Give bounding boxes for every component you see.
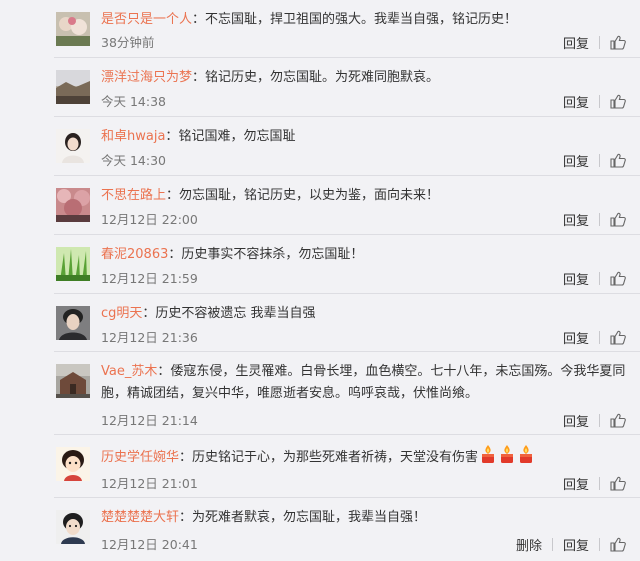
comment-text: 历史学任婉华：历史铭记于心，为那些死难者祈祷，天堂没有伤害 [101,444,626,472]
like-icon[interactable] [610,476,626,491]
user-nickname[interactable]: 漂洋过海只为梦 [101,70,192,85]
user-avatar[interactable] [56,306,90,340]
like-icon[interactable] [610,153,626,168]
reply-button[interactable]: 回复 [563,269,589,288]
divider [599,153,600,167]
reply-button[interactable]: 回复 [563,33,589,52]
comment-time: 12月12日 21:36 [101,330,198,345]
user-avatar[interactable] [56,129,90,163]
user-nickname[interactable]: Vae_苏木 [101,364,157,379]
candle-icon [498,444,516,472]
user-avatar[interactable] [56,70,90,104]
divider [551,537,553,551]
comment-actions: 回复 [563,473,626,493]
delete-button[interactable]: 删除 [516,535,542,554]
user-avatar[interactable] [56,447,90,481]
reply-button[interactable]: 回复 [563,328,589,347]
reply-button[interactable]: 回复 [563,210,589,229]
comment-actions: 回复 [563,32,626,52]
divider [599,35,600,49]
user-avatar[interactable] [56,247,90,281]
user-nickname[interactable]: 春泥20863 [101,247,168,262]
like-icon[interactable] [610,212,626,227]
comment-item: Vae_苏木：倭寇东侵，生灵罹难。白骨长埋，血色横空。七十八年，未忘国殇。今我华… [0,352,640,435]
comment-text: 漂洋过海只为梦：铭记历史，勿忘国耻。为死难同胞默哀。 [101,70,440,85]
divider [599,212,600,226]
divider [599,330,600,344]
comment-text: cg明天：历史不容被遗忘 我辈当自强 [101,306,316,321]
comment-list: 是否只是一个人：不忘国耻，捍卫祖国的强大。我辈当自强，铭记历史！ 38分钟前 回… [0,0,640,561]
comment-actions: 回复 [563,410,626,430]
like-icon[interactable] [610,413,626,428]
comment-time: 今天 14:30 [101,153,166,168]
user-nickname[interactable]: 不思在路上 [101,188,166,203]
like-icon[interactable] [610,35,626,50]
comment-actions: 回复 [563,150,626,170]
like-icon[interactable] [610,330,626,345]
comment-time: 12月12日 20:41 [101,537,198,552]
divider [599,476,600,490]
comment-time: 今天 14:38 [101,94,166,109]
reply-button[interactable]: 回复 [563,474,589,493]
divider [599,537,600,551]
user-nickname[interactable]: cg明天 [101,306,142,321]
comment-text: 是否只是一个人：不忘国耻，捍卫祖国的强大。我辈当自强，铭记历史！ [101,12,518,27]
comment-item: 漂洋过海只为梦：铭记历史，勿忘国耻。为死难同胞默哀。 今天 14:38 回复 [0,58,640,117]
comment-item: 是否只是一个人：不忘国耻，捍卫祖国的强大。我辈当自强，铭记历史！ 38分钟前 回… [0,0,640,58]
comment-time: 38分钟前 [101,35,155,50]
comment-actions: 回复 [563,209,626,229]
user-nickname[interactable]: 和卓hwaja [101,129,165,144]
comment-item: 楚楚楚楚大轩：为死难者默哀，勿忘国耻，我辈当自强！ 12月12日 20:41 删… [0,498,640,561]
user-nickname[interactable]: 历史学任婉华 [101,450,179,465]
user-nickname[interactable]: 是否只是一个人 [101,12,192,27]
user-avatar[interactable] [56,510,90,544]
candle-icon [517,444,535,472]
comment-text: 春泥20863：历史事实不容抹杀，勿忘国耻！ [101,247,364,262]
comment-time: 12月12日 21:01 [101,476,198,491]
user-avatar[interactable] [56,188,90,222]
comment-time: 12月12日 22:00 [101,212,198,227]
comment-text: 不思在路上：勿忘国耻，铭记历史，以史为鉴，面向未来！ [101,188,440,203]
comment-text: 和卓hwaja：铭记国难，勿忘国耻 [101,129,296,144]
divider [599,413,600,427]
comment-item: 不思在路上：勿忘国耻，铭记历史，以史为鉴，面向未来！ 12月12日 22:00 … [0,176,640,235]
reply-button[interactable]: 回复 [563,535,589,554]
user-avatar[interactable] [56,12,90,46]
reply-button[interactable]: 回复 [563,411,589,430]
like-icon[interactable] [610,94,626,109]
comment-item: 和卓hwaja：铭记国难，勿忘国耻 今天 14:30 回复 [0,117,640,176]
reply-button[interactable]: 回复 [563,151,589,170]
user-avatar[interactable] [56,364,90,398]
comment-actions: 删除 回复 [516,534,626,554]
candle-icon [479,444,497,472]
comment-actions: 回复 [563,91,626,111]
comment-time: 12月12日 21:14 [101,413,198,428]
divider [599,94,600,108]
comment-item: 历史学任婉华：历史铭记于心，为那些死难者祈祷，天堂没有伤害 12月12日 21:… [0,435,640,498]
comment-actions: 回复 [563,327,626,347]
comment-item: cg明天：历史不容被遗忘 我辈当自强 12月12日 21:36 回复 [0,294,640,352]
comment-item: 春泥20863：历史事实不容抹杀，勿忘国耻！ 12月12日 21:59 回复 [0,235,640,294]
like-icon[interactable] [610,537,626,552]
like-icon[interactable] [610,271,626,286]
user-nickname[interactable]: 楚楚楚楚大轩 [101,510,179,525]
reply-button[interactable]: 回复 [563,92,589,111]
comment-text: Vae_苏木：倭寇东侵，生灵罹难。白骨长埋，血色横空。七十八年，未忘国殇。今我华… [101,364,626,401]
comment-time: 12月12日 21:59 [101,271,198,286]
comment-actions: 回复 [563,268,626,288]
divider [599,271,600,285]
comment-text: 楚楚楚楚大轩：为死难者默哀，勿忘国耻，我辈当自强！ [101,510,427,525]
